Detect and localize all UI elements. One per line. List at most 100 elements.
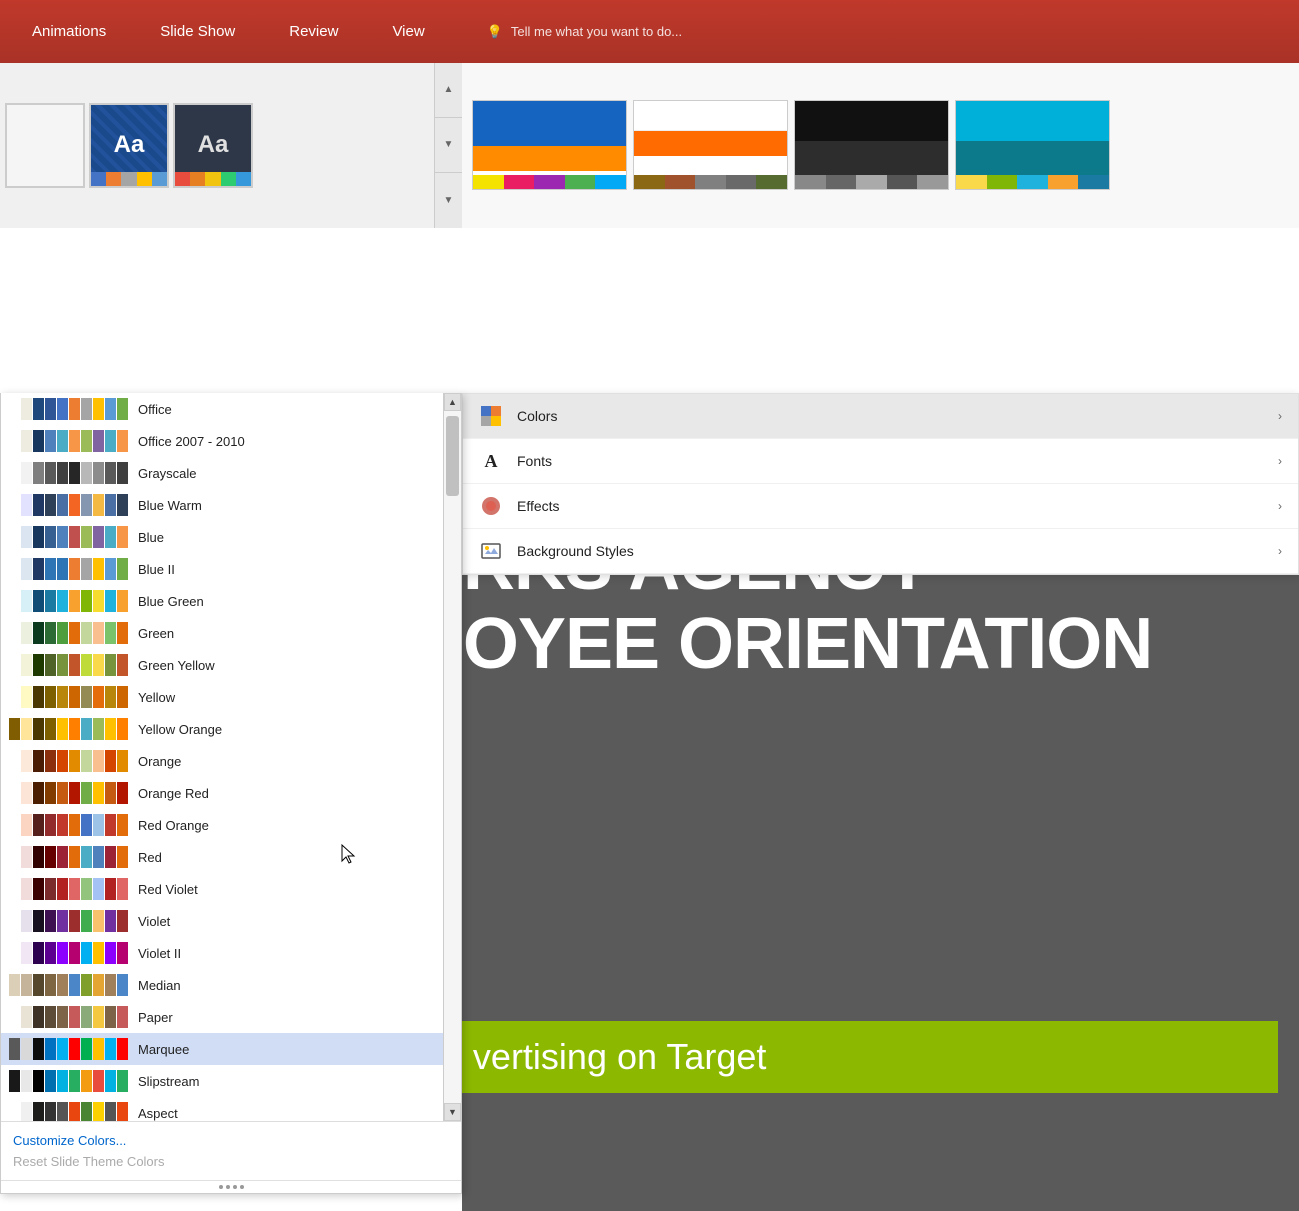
swatch [33,1070,44,1092]
color-item-blue-warm[interactable]: Blue Warm [1,489,443,521]
swatch [57,1102,68,1121]
swatch [21,590,32,612]
swatch [33,462,44,484]
scrollbar-down[interactable]: ▼ [444,1103,461,1121]
swatch [117,910,128,932]
colors-arrow: › [1278,409,1282,423]
color-item-office[interactable]: Office [1,393,443,425]
color-theme-name: Blue [138,530,164,545]
color-item-office-2007---2010[interactable]: Office 2007 - 2010 [1,425,443,457]
color-item-marquee[interactable]: Marquee [1,1033,443,1065]
color-item-aspect[interactable]: Aspect [1,1097,443,1121]
swatch [45,494,56,516]
swatch [9,654,20,676]
color-theme-name: Orange Red [138,786,209,801]
swatch [105,942,116,964]
right-panel: Colors › A Fonts › Effects › [462,393,1299,575]
panel-item-fonts[interactable]: A Fonts › [463,439,1298,484]
swatch [69,814,80,836]
color-item-green-yellow[interactable]: Green Yellow [1,649,443,681]
color-item-blue[interactable]: Blue [1,521,443,553]
swatch [9,846,20,868]
swatch [93,398,104,420]
color-item-green[interactable]: Green [1,617,443,649]
swatch [45,814,56,836]
color-swatches-21 [9,1070,128,1092]
color-item-red-violet[interactable]: Red Violet [1,873,443,905]
swatch [105,462,116,484]
swatch [21,430,32,452]
swatch [9,686,20,708]
scroll-expand-arrow[interactable]: ▼ [435,173,462,227]
swatch [105,654,116,676]
color-item-violet-ii[interactable]: Violet II [1,937,443,969]
color-theme-name: Red [138,850,162,865]
swatch [105,750,116,772]
color-item-slipstream[interactable]: Slipstream [1,1065,443,1097]
color-item-orange[interactable]: Orange [1,745,443,777]
tab-view[interactable]: View [380,15,436,48]
theme-thumb-right-3[interactable] [794,100,949,190]
scrollbar-up[interactable]: ▲ [444,393,461,411]
scrollbar-thumb[interactable] [446,416,459,496]
swatch [9,974,20,996]
theme-thumb-right-2[interactable] [633,100,788,190]
color-item-blue-green[interactable]: Blue Green [1,585,443,617]
color-item-violet[interactable]: Violet [1,905,443,937]
panel-item-background[interactable]: Background Styles › [463,529,1298,574]
scroll-up-arrow[interactable]: ▲ [435,63,462,118]
swatch [93,622,104,644]
swatch [33,430,44,452]
swatch [69,1102,80,1121]
swatch [57,1006,68,1028]
color-swatches-17 [9,942,128,964]
color-item-yellow-orange[interactable]: Yellow Orange [1,713,443,745]
color-item-orange-red[interactable]: Orange Red [1,777,443,809]
swatch [117,782,128,804]
swatch [57,1070,68,1092]
theme-thumb-right-4[interactable] [955,100,1110,190]
color-item-paper[interactable]: Paper [1,1001,443,1033]
tab-slideshow[interactable]: Slide Show [148,15,247,48]
swatch [9,494,20,516]
swatch [21,686,32,708]
ribbon-search[interactable]: 💡 Tell me what you want to do... [487,24,682,40]
swatch [21,494,32,516]
color-swatches-22 [9,1102,128,1121]
color-theme-name: Green Yellow [138,658,215,673]
swatch [93,718,104,740]
customize-colors-button[interactable]: Customize Colors... [13,1130,126,1151]
dot-1 [219,1185,223,1189]
color-swatches-12 [9,782,128,804]
color-theme-name: Yellow [138,690,175,705]
theme-thumb-aa-dark[interactable]: Aa [173,103,253,188]
theme-thumb-right-1[interactable] [472,100,627,190]
color-item-grayscale[interactable]: Grayscale [1,457,443,489]
swatch [9,1038,20,1060]
color-item-median[interactable]: Median [1,969,443,1001]
color-item-yellow[interactable]: Yellow [1,681,443,713]
color-swatches-18 [9,974,128,996]
panel-item-effects[interactable]: Effects › [463,484,1298,529]
panel-item-colors[interactable]: Colors › [463,394,1298,439]
color-item-red[interactable]: Red [1,841,443,873]
swatch [93,1006,104,1028]
swatch [9,1006,20,1028]
swatch [81,622,92,644]
swatch [69,878,80,900]
color-theme-name: Green [138,626,174,641]
color-theme-name: Slipstream [138,1074,199,1089]
color-item-blue-ii[interactable]: Blue II [1,553,443,585]
theme-thumb-aa-blue[interactable]: Aa [89,103,169,188]
reset-colors-button[interactable]: Reset Slide Theme Colors [13,1151,165,1172]
color-theme-name: Yellow Orange [138,722,222,737]
tab-animations[interactable]: Animations [20,15,118,48]
theme-thumb-blank[interactable] [5,103,85,188]
color-swatches-14 [9,846,128,868]
swatch [105,622,116,644]
tab-review[interactable]: Review [277,15,350,48]
swatch [69,590,80,612]
swatch [21,878,32,900]
color-item-red-orange[interactable]: Red Orange [1,809,443,841]
scroll-down-arrow[interactable]: ▼ [435,118,462,173]
